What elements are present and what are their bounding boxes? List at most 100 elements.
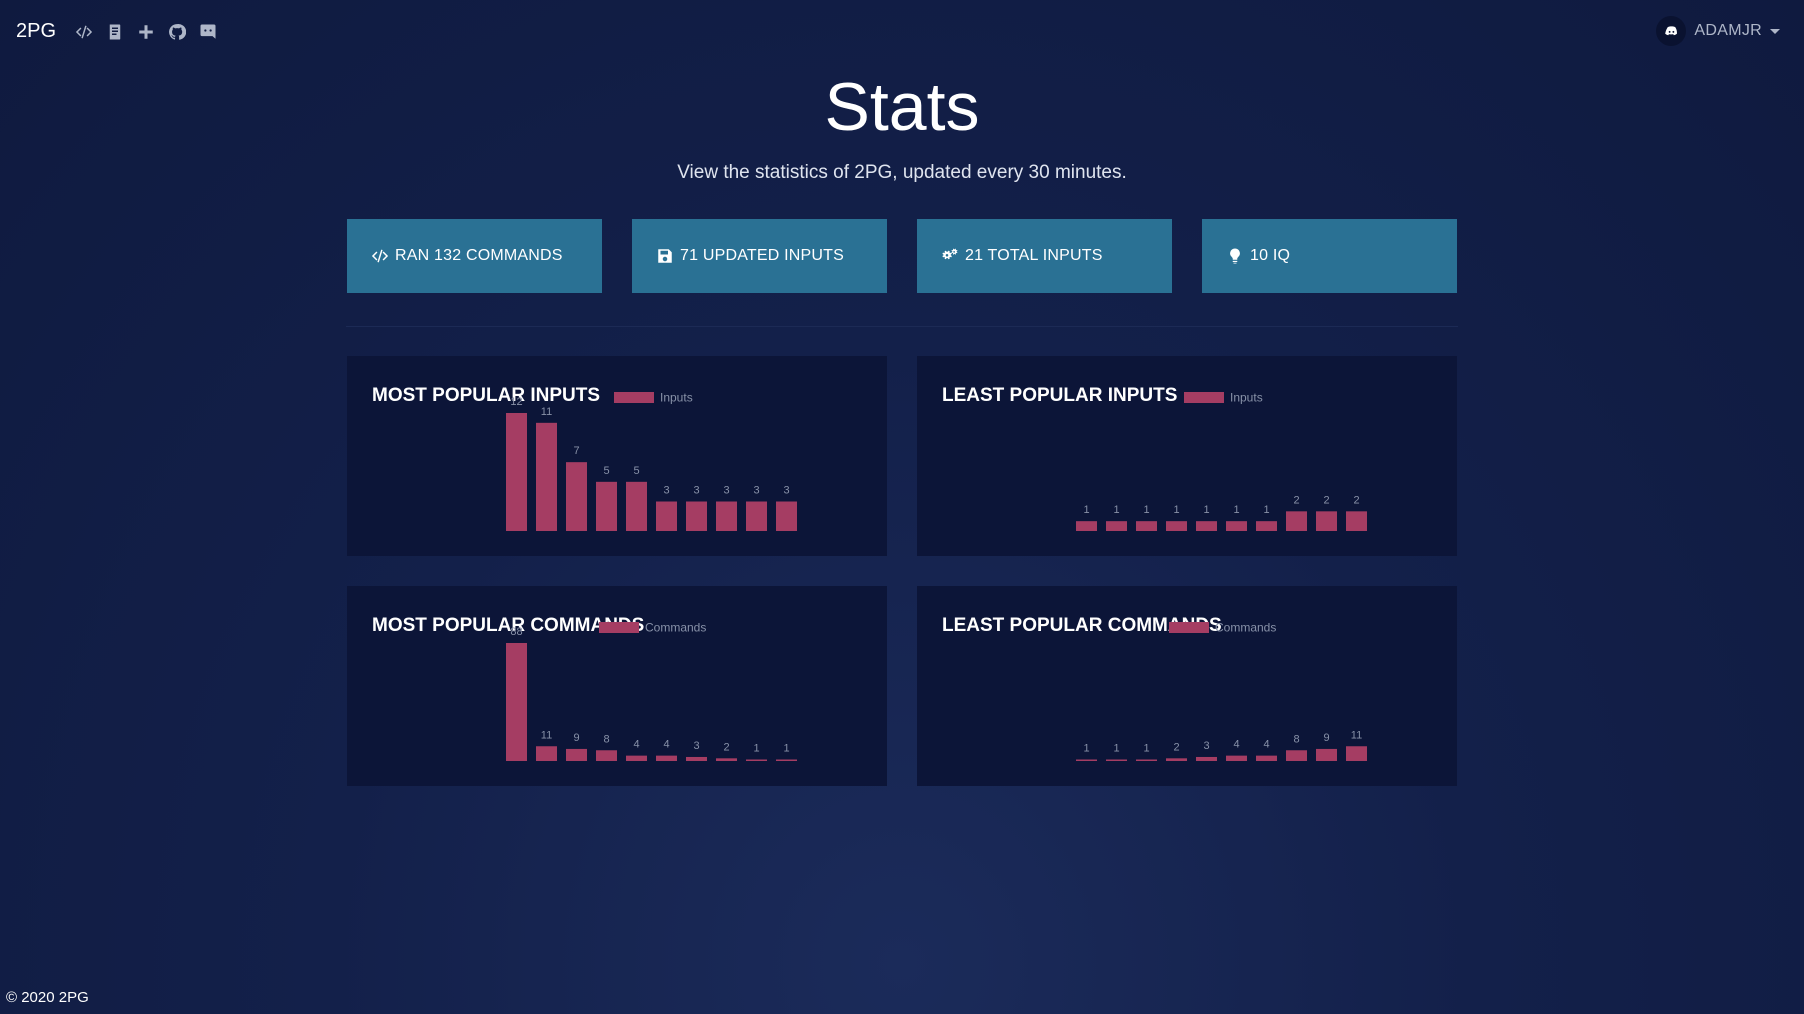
plus-icon[interactable] [136,22,156,42]
bar [1226,521,1247,531]
stat-updated-inputs-button[interactable]: 71 UPDATED INPUTS [632,219,887,293]
legend-swatch [1184,392,1224,403]
bar-value-label: 1 [1203,504,1209,516]
bar-value-label: 5 [603,465,609,477]
stat-label: 71 UPDATED INPUTS [680,247,845,264]
bar-value-label: 4 [1233,739,1239,751]
bar-value-label: 1 [1083,743,1089,755]
discord-icon[interactable] [198,22,218,42]
bar [1106,759,1127,761]
bar-value-label: 4 [663,739,669,751]
lightbulb-icon [1230,248,1240,264]
stat-label: RAN 132 COMMANDS [395,247,563,264]
bar-value-label: 2 [723,741,729,753]
bar-value-label: 12 [510,396,522,408]
bar-value-label: 2 [1293,494,1299,506]
bar [566,748,587,761]
bar [596,481,617,531]
bar-value-label: 8 [1293,733,1299,745]
book-icon[interactable] [105,22,125,42]
legend-swatch [599,622,639,633]
bar-value-label: 3 [783,485,789,497]
bar-value-label: 11 [541,729,552,741]
bar [716,758,737,761]
bar-value-label: 1 [1173,504,1179,516]
bar-value-label: 3 [723,485,729,497]
bar [746,501,767,531]
bar [1076,521,1097,531]
bar [656,501,677,531]
bar-value-label: 3 [663,485,669,497]
bar-chart: Inputs 12 11 7 5 5 3 3 3 3 3 [506,391,797,531]
bar [566,462,587,531]
bar [656,755,677,761]
chart-card-least-popular-inputs: LEAST POPULAR INPUTS Inputs 1 1 1 1 1 1 1 2 2 2 [917,356,1457,556]
brand-logo[interactable]: 2PG [16,20,56,43]
divider [346,326,1458,327]
bar [1316,748,1337,761]
bar-value-label: 5 [633,465,639,477]
code-icon [371,249,389,263]
discord-icon [1665,25,1677,35]
bar-value-label: 1 [1113,743,1119,755]
code-icon[interactable] [74,22,94,42]
bar-value-label: 3 [693,485,699,497]
bar [1196,521,1217,531]
bar [1286,511,1307,531]
bar [626,481,647,531]
bar [536,746,557,761]
legend-label: Commands [1215,621,1276,635]
bar [1076,759,1097,761]
bar [1136,521,1157,531]
bar [536,422,557,531]
bar-value-label: 1 [1143,504,1149,516]
bar-value-label: 3 [693,740,699,752]
bar-value-label: 3 [1203,740,1209,752]
bar-value-label: 2 [1353,494,1359,506]
bar [1256,755,1277,761]
bar [1316,511,1337,531]
bar-value-label: 1 [1263,504,1269,516]
footer-copyright: © 2020 2PG [6,989,89,1006]
stat-total-inputs-button[interactable]: 21 TOTAL INPUTS [917,219,1172,293]
legend-swatch [614,392,654,403]
stat-iq-button[interactable]: 10 IQ [1202,219,1457,293]
page-subtitle: View the statistics of 2PG, updated ever… [677,162,1127,183]
bar-value-label: 2 [1323,494,1329,506]
bar [1196,756,1217,761]
navbar: 2PG ADAMJR [0,0,1804,64]
username: ADAMJR [1694,22,1762,39]
bar [1256,521,1277,531]
bar [506,643,527,761]
bar-value-label: 8 [603,733,609,745]
cogs-icon [942,248,958,260]
bar [506,413,527,531]
bar-value-label: 11 [541,406,552,418]
github-icon[interactable] [167,22,187,42]
nav-icon-group [74,22,218,42]
bar-value-label: 1 [783,743,789,755]
bar-value-label: 88 [510,626,522,638]
bar-value-label: 7 [573,445,579,457]
bar [1286,750,1307,761]
bar [686,756,707,761]
bar-value-label: 1 [753,743,759,755]
bar [1136,759,1157,761]
bar [746,759,767,761]
chart-card-least-popular-commands: LEAST POPULAR COMMANDS Commands 1 1 1 2 3 4 4 8 9… [917,586,1457,786]
legend-label: Inputs [660,391,693,405]
legend-swatch [1169,622,1209,633]
bar-chart: Commands8811 9 8 4 4 3 2 1 1 [506,621,797,761]
bar-value-label: 3 [753,485,759,497]
bar-value-label: 2 [1173,741,1179,753]
bar-value-label: 11 [1351,729,1362,741]
chart-card-most-popular-inputs: MOST POPULAR INPUTS Inputs 12 11 7 5 5 3 3 3 3 3 [347,356,887,556]
save-icon [658,249,672,263]
legend-label: Inputs [1230,391,1263,405]
bar [776,501,797,531]
bar [1346,746,1367,761]
bar-value-label: 9 [573,732,579,744]
user-menu[interactable]: ADAMJR [1656,16,1780,46]
stat-commands-ran-button[interactable]: RAN 132 COMMANDS [347,219,602,293]
bar [1226,755,1247,761]
